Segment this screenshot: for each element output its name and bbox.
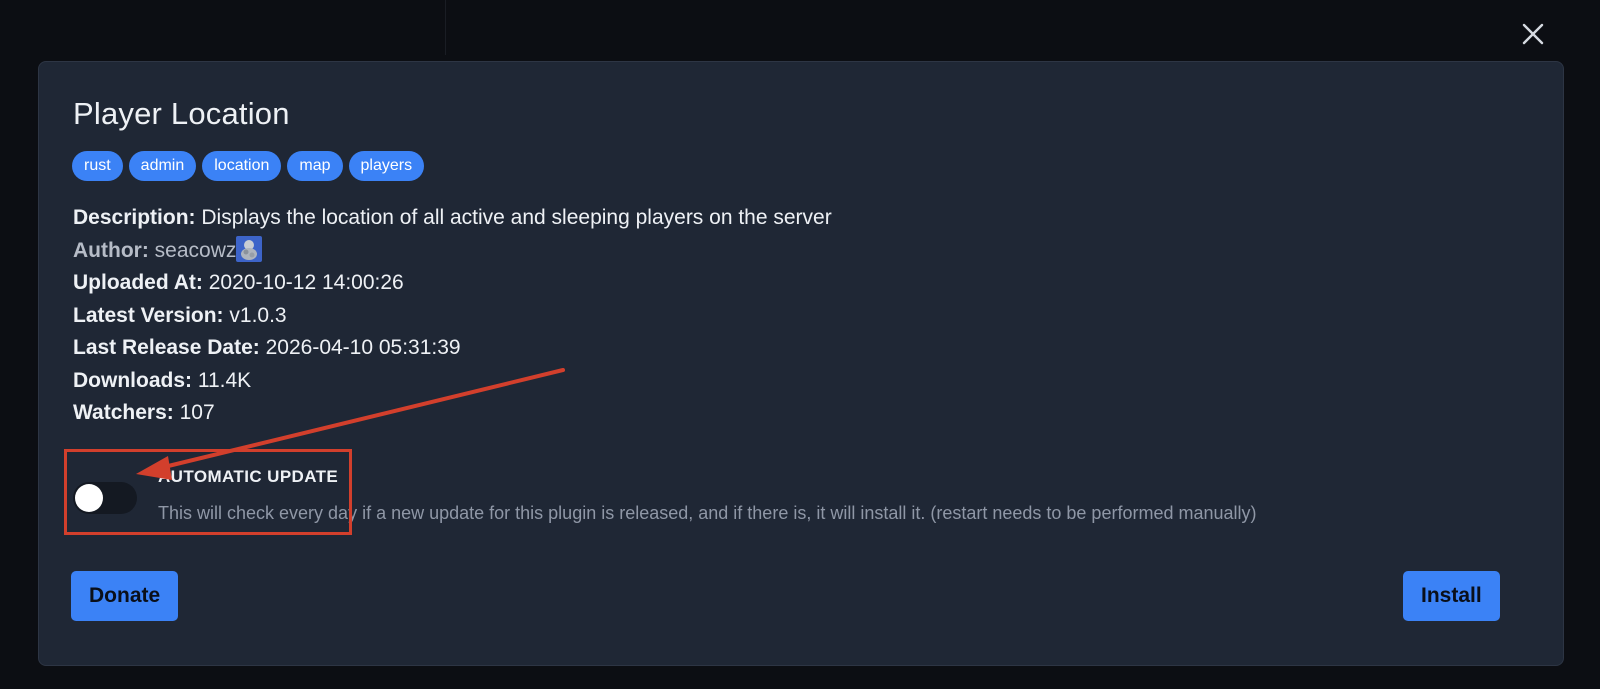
latest-version-label: Latest Version: [73,303,224,327]
downloads-value: 11.4K [197,368,252,392]
author-avatar-icon [236,235,263,262]
tag-location[interactable]: location [202,151,282,181]
uploaded-at-label: Uploaded At: [73,271,203,294]
watchers-value: 107 [179,401,215,424]
tag-map[interactable]: map [287,151,343,181]
uploaded-at-value: 2020-10-12 14:00:26 [208,271,404,294]
modal-title: Player Location [73,96,290,131]
tag-admin[interactable]: admin [128,151,197,181]
plugin-details-modal: Player Location rust admin location map … [38,61,1564,666]
close-button[interactable] [1515,16,1551,52]
latest-version-row: Latest Version: v1.0.3 [73,300,832,333]
description-value: Displays the location of all active and … [201,206,832,229]
description-label: Description: [73,206,196,229]
tag-players[interactable]: players [348,151,425,181]
last-release-date-value: 2026-04-10 05:31:39 [265,336,461,359]
plugin-info: Description: Displays the location of al… [73,202,832,430]
last-release-date-row: Last Release Date: 2026-04-10 05:31:39 [73,332,832,365]
downloads-row: Downloads: 11.4K [73,365,832,398]
close-icon [1522,23,1544,45]
donate-button[interactable]: Donate [71,571,179,621]
downloads-label: Downloads: [73,368,192,392]
uploaded-at-row: Uploaded At: 2020-10-12 14:00:26 [73,267,832,300]
author-name[interactable]: seacowz [155,239,237,262]
tag-rust[interactable]: rust [72,151,123,181]
background-divider [445,0,446,55]
author-row: Author: seacowz [73,235,832,268]
author-label: Author: [73,238,149,262]
tag-list: rust admin location map players [72,151,425,181]
watchers-row: Watchers: 107 [73,397,832,430]
description-row: Description: Displays the location of al… [73,202,832,235]
last-release-date-label: Last Release Date: [73,336,260,359]
annotation-highlight-box [64,449,352,535]
latest-version-value: v1.0.3 [229,303,287,327]
install-button[interactable]: Install [1403,571,1500,621]
watchers-label: Watchers: [73,401,174,424]
